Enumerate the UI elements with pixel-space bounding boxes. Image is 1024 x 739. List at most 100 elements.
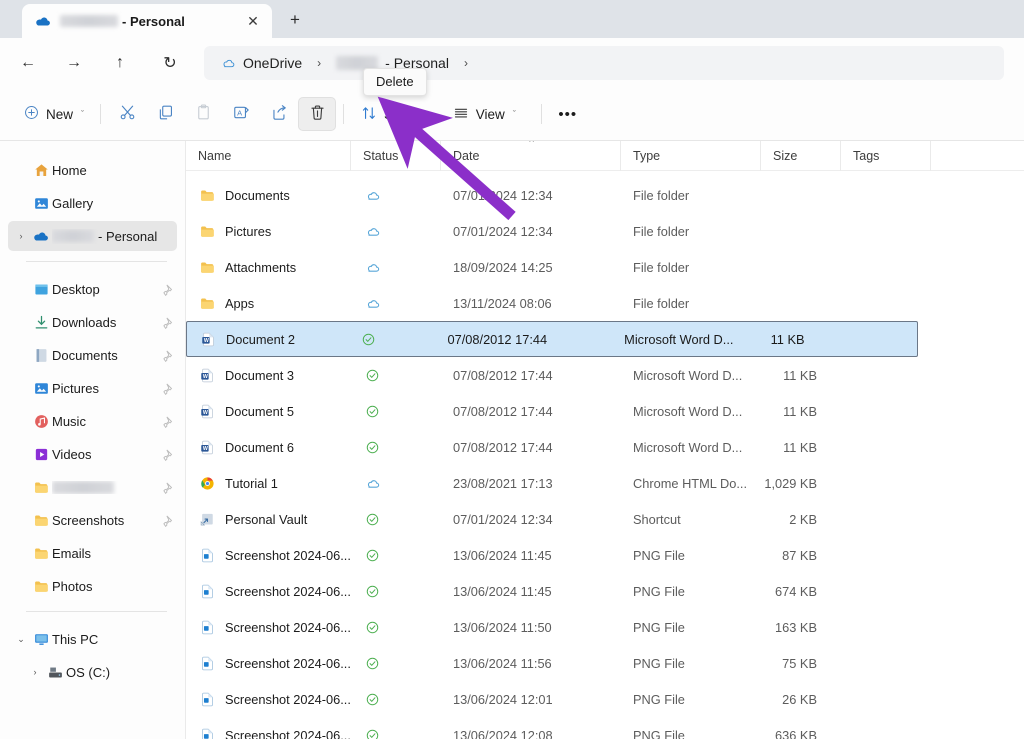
pin-icon[interactable]	[159, 448, 177, 461]
column-header-tags[interactable]: Tags	[841, 141, 931, 171]
cell-status	[351, 618, 441, 636]
chevron-right-icon[interactable]: ›	[26, 667, 44, 677]
file-date-label: 07/01/2024 12:34	[453, 511, 553, 527]
sidebar-item-videos-label: Videos	[52, 446, 92, 462]
navigation-pane[interactable]: Home Gallery › - Personal Desktop Downlo…	[0, 141, 186, 739]
table-row[interactable]: Pictures 07/01/2024 12:34 File folder	[186, 213, 1024, 249]
file-type-label: Chrome HTML Do...	[633, 475, 748, 491]
sort-button[interactable]: Sort ˇ	[351, 97, 429, 131]
sidebar-item-downloads[interactable]: Downloads	[8, 307, 177, 337]
pin-icon[interactable]	[159, 316, 177, 329]
png-icon	[198, 618, 216, 636]
sidebar-item-redacted-folder[interactable]	[8, 472, 177, 502]
share-button[interactable]	[260, 97, 298, 131]
cell-date: 18/09/2024 14:25	[441, 260, 621, 275]
cloud-icon	[363, 258, 381, 276]
column-header-date[interactable]: ⌃ Date	[441, 141, 621, 171]
chevron-right-icon[interactable]: ›	[12, 231, 30, 241]
sidebar-item-desktop[interactable]: Desktop	[8, 274, 177, 304]
sidebar-item-emails[interactable]: Emails	[8, 538, 177, 568]
file-size-label: 11 KB	[770, 331, 805, 347]
file-list-pane[interactable]: Name Status ⌃ Date Type Size Tags Docume…	[186, 141, 1024, 739]
close-tab-icon[interactable]: ✕	[242, 10, 264, 32]
new-tab-button[interactable]: +	[278, 4, 312, 36]
file-type-label: Microsoft Word D...	[633, 403, 743, 419]
cell-name: Screenshot 2024-06...	[186, 546, 351, 564]
file-type-label: File folder	[633, 187, 690, 203]
refresh-icon[interactable]: ↻	[152, 46, 188, 80]
sidebar-item-home[interactable]: Home	[8, 155, 177, 185]
cloud-icon	[363, 294, 381, 312]
sidebar-item-music[interactable]: Music	[8, 406, 177, 436]
sidebar-item-pictures[interactable]: Pictures	[8, 373, 177, 403]
sidebar-item-os-c[interactable]: › OS (C:)	[8, 657, 177, 687]
check-icon	[359, 330, 377, 348]
table-row[interactable]: W Document 5 07/08/2012 17:44 Microsoft Wor…	[186, 393, 1024, 429]
table-row[interactable]: Screenshot 2024-06... 13/06/2024 12:01 PNG…	[186, 681, 1024, 717]
pin-icon[interactable]	[159, 349, 177, 362]
pin-icon[interactable]	[159, 283, 177, 296]
table-row[interactable]: W Document 2 07/08/2012 17:44 Microsoft Wor…	[186, 321, 918, 357]
table-row[interactable]: Attachments 18/09/2024 14:25 File folder	[186, 249, 1024, 285]
sidebar-item-gallery[interactable]: Gallery	[8, 188, 177, 218]
table-row[interactable]: Screenshot 2024-06... 13/06/2024 11:45 PNG…	[186, 537, 1024, 573]
column-header-type[interactable]: Type	[621, 141, 761, 171]
table-row[interactable]: W Document 6 07/08/2012 17:44 Microsoft Wor…	[186, 429, 1024, 465]
sidebar-item-videos[interactable]: Videos	[8, 439, 177, 469]
browser-tab-personal[interactable]: - Personal ✕	[22, 4, 272, 38]
chevron-down-icon[interactable]: ⌄	[12, 634, 30, 645]
column-header-status[interactable]: Status	[351, 141, 441, 171]
see-more-button[interactable]: •••	[549, 97, 587, 131]
sidebar-item-os-c-label: OS (C:)	[66, 664, 111, 680]
sidebar-item-this-pc[interactable]: ⌄ This PC	[8, 624, 177, 654]
view-button[interactable]: View ˇ	[443, 97, 525, 131]
shortcut-icon	[198, 510, 216, 528]
pin-icon[interactable]	[159, 514, 177, 527]
file-type-label: PNG File	[633, 619, 685, 635]
breadcrumb-onedrive[interactable]: OneDrive	[214, 52, 308, 74]
cell-date: 13/06/2024 11:56	[441, 656, 621, 671]
address-bar[interactable]: OneDrive › - Personal ›	[204, 46, 1004, 80]
table-row[interactable]: Screenshot 2024-06... 13/06/2024 11:56 PNG…	[186, 645, 1024, 681]
table-row[interactable]: Screenshot 2024-06... 13/06/2024 12:08 PNG…	[186, 717, 1024, 739]
cell-type: PNG File	[621, 584, 761, 599]
forward-icon[interactable]: →	[56, 46, 92, 80]
table-row[interactable]: Screenshot 2024-06... 13/06/2024 11:50 PNG…	[186, 609, 1024, 645]
sidebar-item-screenshots[interactable]: Screenshots	[8, 505, 177, 535]
cell-status	[351, 222, 441, 240]
pin-icon[interactable]	[159, 481, 177, 494]
cell-size: 636 KB	[761, 728, 841, 739]
sidebar-item-photos[interactable]: Photos	[8, 571, 177, 601]
sidebar-item-gallery-label: Gallery	[52, 195, 94, 211]
cell-type: PNG File	[621, 548, 761, 563]
copy-button[interactable]	[146, 97, 184, 131]
cell-date: 13/06/2024 11:45	[441, 584, 621, 599]
sidebar-item-onedrive-personal[interactable]: › - Personal	[8, 221, 177, 251]
up-icon[interactable]: ↑	[102, 46, 138, 80]
pictures-icon	[30, 380, 52, 397]
back-icon[interactable]: ←	[10, 46, 46, 80]
paste-button[interactable]	[184, 97, 222, 131]
table-row[interactable]: Documents 07/01/2024 12:34 File folder	[186, 177, 1024, 213]
file-date-label: 18/09/2024 14:25	[453, 259, 553, 275]
delete-button[interactable]	[298, 97, 337, 131]
rename-button[interactable]: A	[222, 97, 260, 131]
table-row[interactable]: Personal Vault 07/01/2024 12:34 Shortcut 2 …	[186, 501, 1024, 537]
rename-icon: A	[232, 103, 251, 125]
cell-status	[351, 474, 441, 492]
pin-icon[interactable]	[159, 382, 177, 395]
table-row[interactable]: W Document 3 07/08/2012 17:44 Microsoft Wor…	[186, 357, 1024, 393]
svg-text:W: W	[203, 338, 208, 344]
column-header-size[interactable]: Size	[761, 141, 841, 171]
sidebar-item-documents[interactable]: Documents	[8, 340, 177, 370]
toolbar-divider-3	[540, 104, 542, 124]
table-row[interactable]: Apps 13/11/2024 08:06 File folder	[186, 285, 1024, 321]
cell-date: 07/08/2012 17:44	[441, 368, 621, 383]
pin-icon[interactable]	[159, 415, 177, 428]
table-row[interactable]: Tutorial 1 23/08/2021 17:13 Chrome HTML Do…	[186, 465, 1024, 501]
file-size-label: 163 KB	[775, 619, 817, 635]
new-button[interactable]: New ˇ	[14, 97, 93, 131]
table-row[interactable]: Screenshot 2024-06... 13/06/2024 11:45 PNG…	[186, 573, 1024, 609]
cut-button[interactable]	[108, 97, 146, 131]
column-header-name[interactable]: Name	[186, 141, 351, 171]
